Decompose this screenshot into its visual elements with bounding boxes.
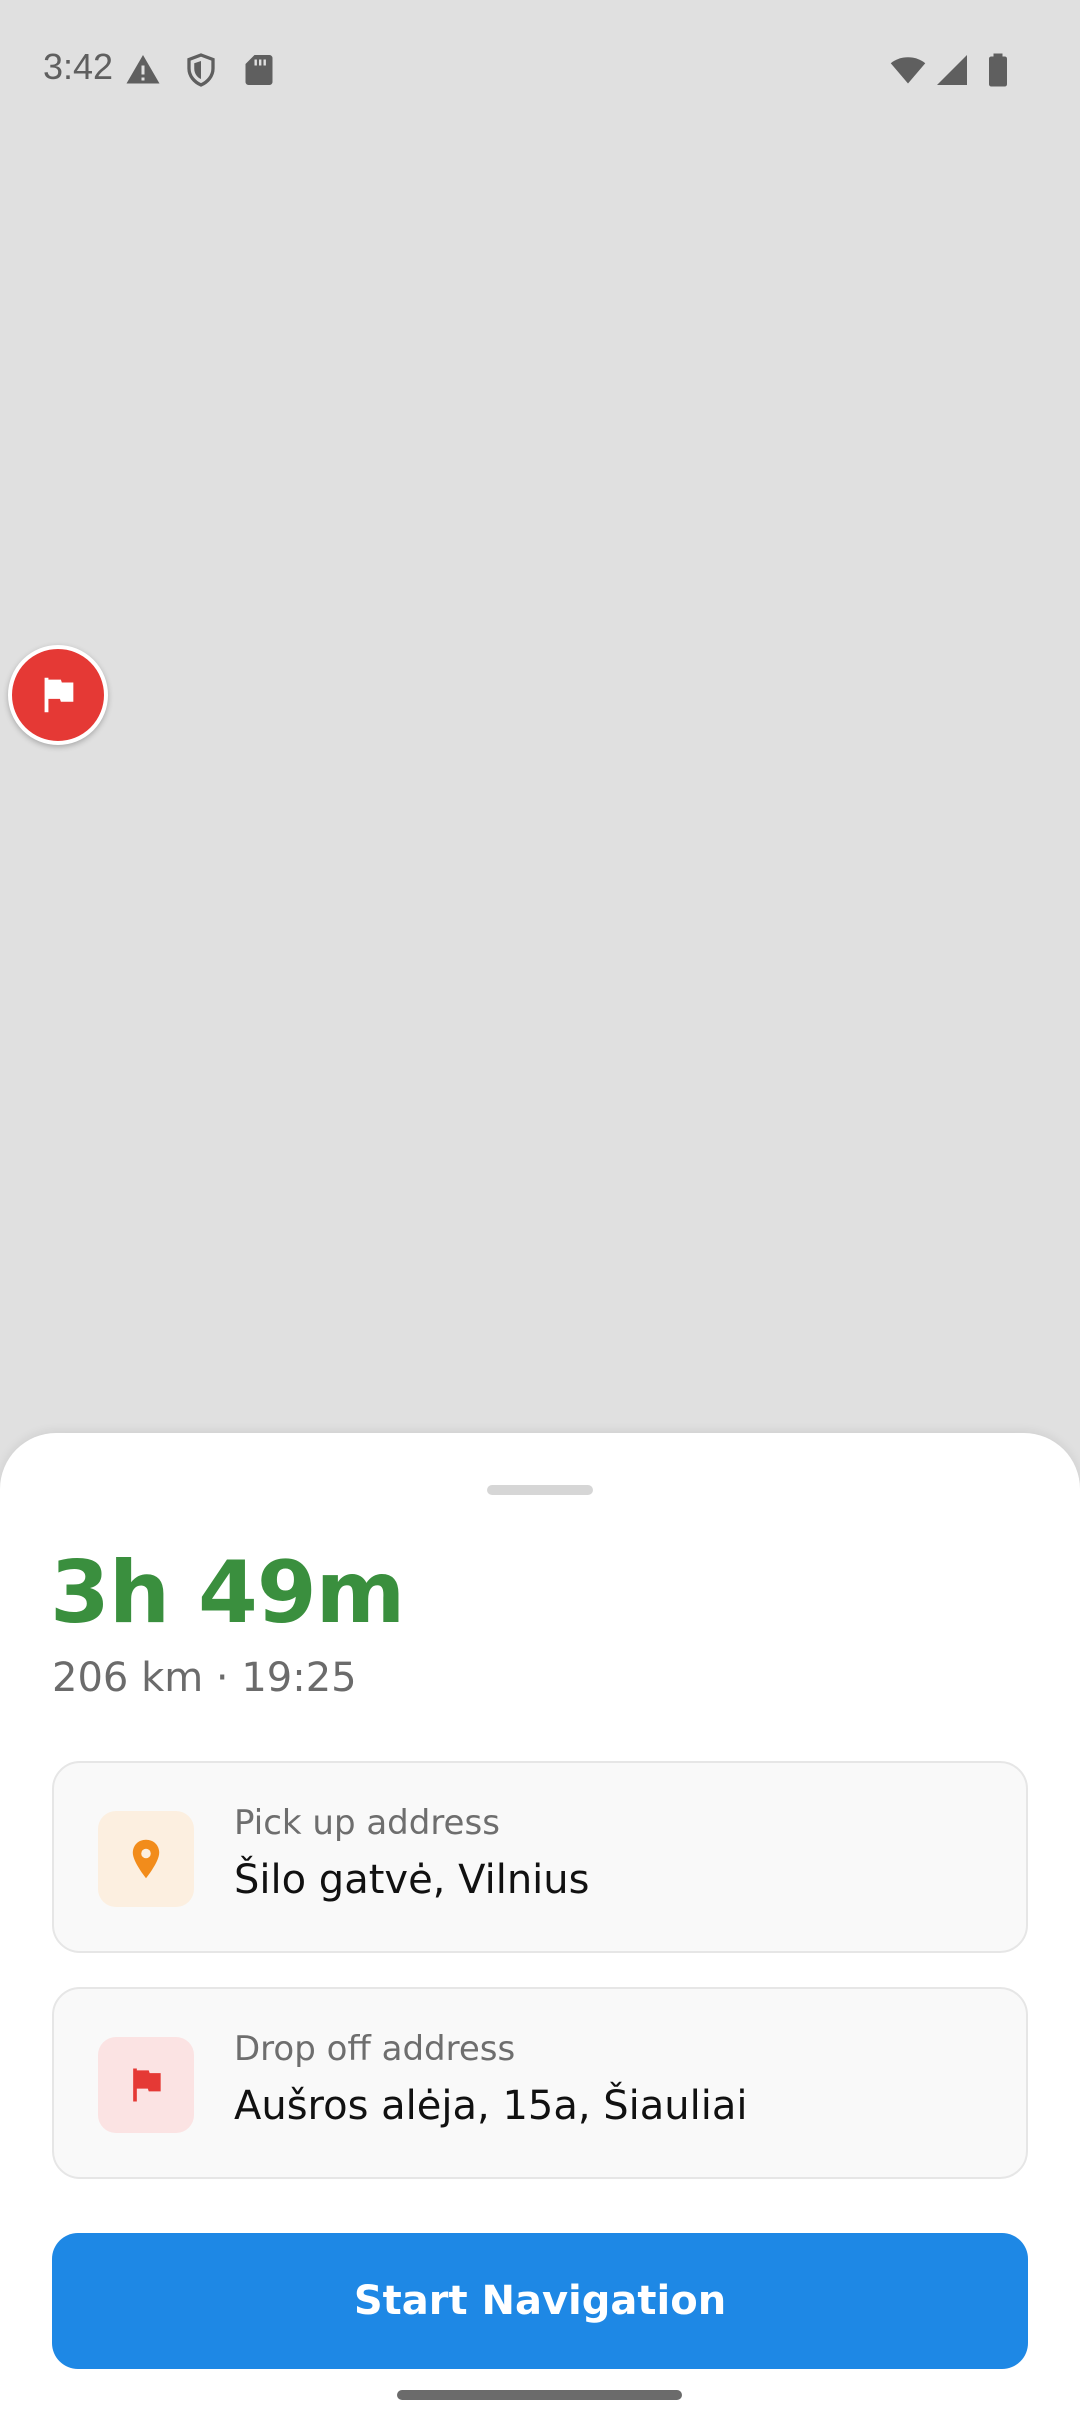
home-indicator[interactable]: [397, 2390, 682, 2400]
shield-icon: [187, 53, 215, 87]
route-duration: 3h 49m: [50, 1543, 405, 1643]
flag-icon: [44, 677, 74, 713]
status-time: 3:42: [43, 46, 114, 87]
pickup-address-card[interactable]: Pick up address Šilo gatvė, Vilnius: [52, 1761, 1028, 1953]
warning-icon: [126, 55, 160, 84]
dropoff-label: Drop off address: [234, 2029, 516, 2069]
dropoff-icon-box: [98, 2037, 194, 2133]
status-bar: 3:42: [0, 0, 1080, 140]
flag-icon: [133, 2068, 161, 2102]
route-summary: 206 km · 19:25: [52, 1655, 357, 1701]
wifi-icon: [890, 57, 926, 84]
route-bottom-sheet: 3h 49m 206 km · 19:25 Pick up address Ši…: [0, 1433, 1080, 2424]
dropoff-address-card[interactable]: Drop off address Aušros alėja, 15a, Šiau…: [52, 1987, 1028, 2179]
map-view[interactable]: [0, 0, 1080, 1460]
dropoff-value: Aušros alėja, 15a, Šiauliai: [234, 2083, 748, 2129]
start-navigation-button[interactable]: Start Navigation: [52, 2233, 1028, 2369]
drag-handle[interactable]: [487, 1485, 593, 1495]
destination-marker[interactable]: [8, 645, 108, 745]
pickup-icon-box: [98, 1811, 194, 1907]
battery-icon: [989, 53, 1007, 87]
cell-signal-icon: [937, 55, 967, 85]
pickup-value: Šilo gatvė, Vilnius: [234, 1857, 590, 1903]
screen: 3:42 3h 49m 206 km · 19:25 Pick up addre…: [0, 0, 1080, 2424]
sd-card-icon: [245, 55, 273, 85]
pickup-label: Pick up address: [234, 1803, 500, 1843]
location-pin-icon: [132, 1839, 160, 1879]
